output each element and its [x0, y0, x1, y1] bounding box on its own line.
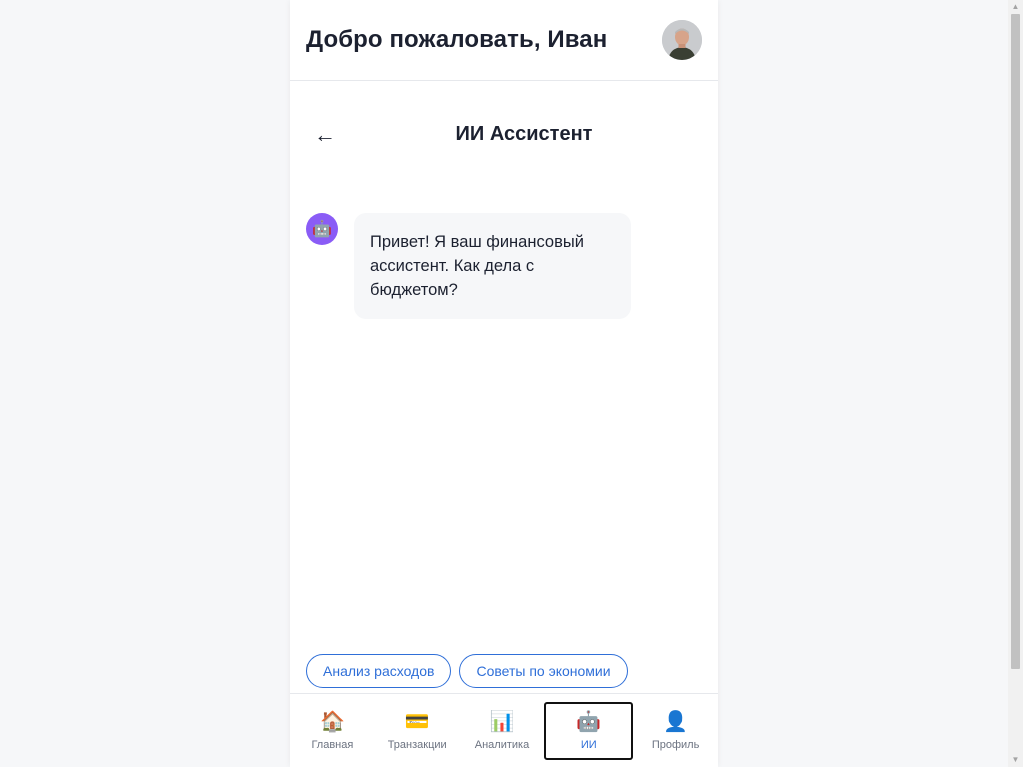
app-frame: Добро пожаловать, Иван ← ИИ Ассистент 🤖 …: [290, 0, 718, 767]
user-photo-icon: [662, 20, 702, 60]
nav-item-home[interactable]: 🏠 Главная: [290, 702, 375, 760]
user-icon: 👤: [663, 711, 689, 733]
message-bubble: Привет! Я ваш финансовый ассистент. Как …: [354, 213, 631, 319]
nav-item-transactions[interactable]: 💳 Транзакции: [375, 702, 460, 760]
robot-icon: 🤖: [306, 213, 338, 245]
nav-item-analytics[interactable]: 📊 Аналитика: [460, 702, 545, 760]
nav-label: ИИ: [580, 739, 597, 751]
screen-header: ← ИИ Ассистент: [290, 81, 718, 191]
page-scrollbar[interactable]: ▲ ▼: [1008, 0, 1023, 767]
top-header: Добро пожаловать, Иван: [290, 0, 718, 81]
scrollbar-thumb[interactable]: [1011, 14, 1020, 669]
bar-chart-icon: 📊: [489, 711, 515, 733]
bottom-nav: 🏠 Главная 💳 Транзакции 📊 Аналитика 🤖 ИИ …: [290, 693, 718, 767]
nav-label: Транзакции: [387, 739, 447, 751]
nav-label: Главная: [311, 739, 354, 751]
home-icon: 🏠: [319, 711, 345, 733]
robot-icon: 🤖: [576, 711, 602, 733]
screen-title: ИИ Ассистент: [455, 123, 593, 145]
nav-label: Аналитика: [474, 739, 530, 751]
suggestion-spending-analysis[interactable]: Анализ расходов: [306, 654, 452, 688]
nav-item-profile[interactable]: 👤 Профиль: [633, 702, 718, 760]
scroll-down-icon[interactable]: ▼: [1011, 756, 1020, 764]
nav-item-ai[interactable]: 🤖 ИИ: [544, 702, 634, 760]
chat-message: 🤖 Привет! Я ваш финансовый ассистент. Ка…: [306, 213, 631, 319]
welcome-title: Добро пожаловать, Иван: [306, 26, 608, 53]
suggestion-chips: Анализ расходов Советы по экономии: [306, 654, 628, 688]
credit-card-icon: 💳: [404, 711, 430, 733]
nav-label: Профиль: [651, 739, 700, 751]
scroll-up-icon[interactable]: ▲: [1011, 3, 1020, 11]
user-avatar[interactable]: [662, 20, 702, 60]
suggestion-saving-tips[interactable]: Советы по экономии: [459, 654, 628, 688]
